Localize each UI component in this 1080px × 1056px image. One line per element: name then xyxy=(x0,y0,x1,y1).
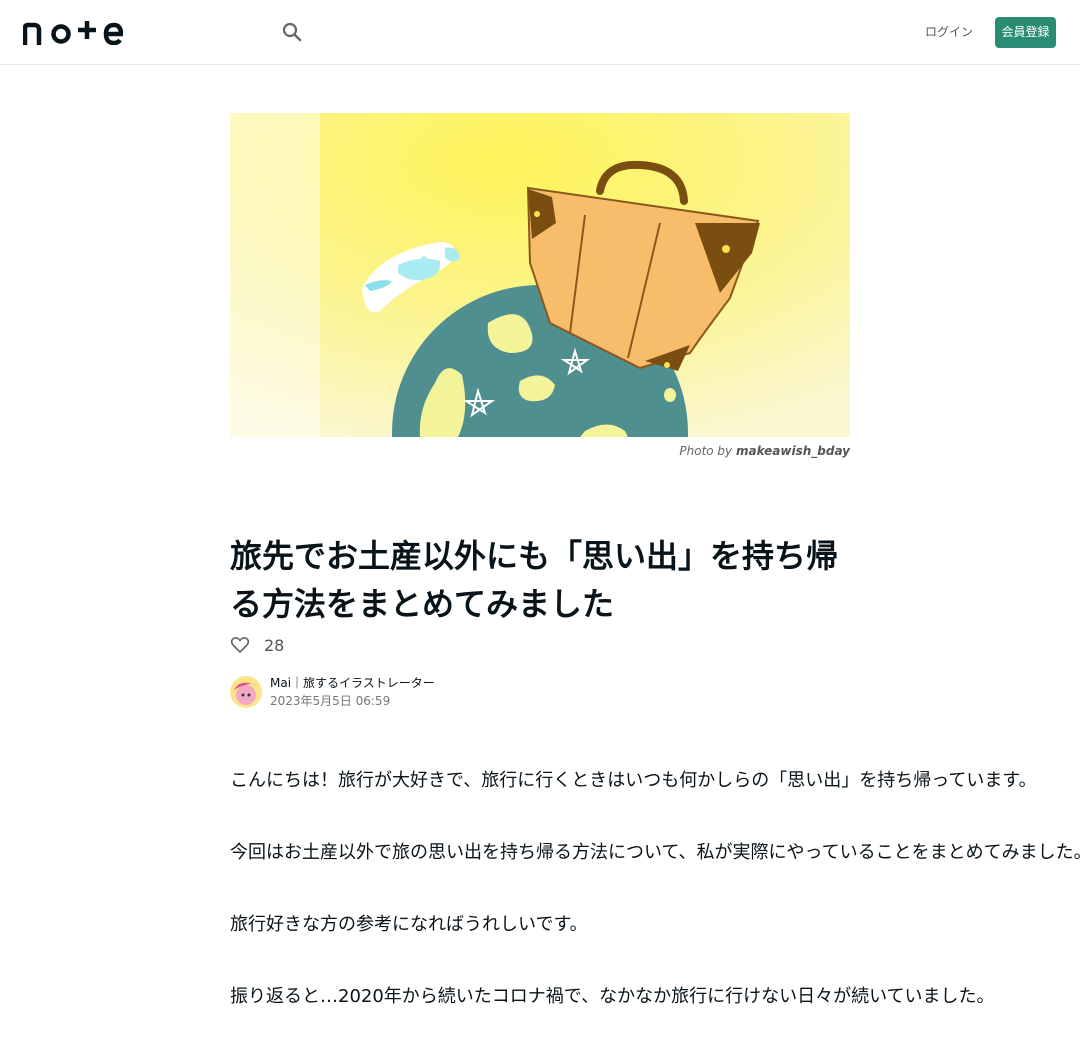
paragraph: 旅行好きな方の参考になればうれしいです。 xyxy=(230,914,588,935)
site-header: ログイン 会員登録 xyxy=(0,0,1080,65)
heart-icon xyxy=(230,637,250,653)
signup-button[interactable]: 会員登録 xyxy=(995,17,1056,48)
credit-name[interactable]: makeawish_bday xyxy=(736,444,850,458)
like-button[interactable]: 28 xyxy=(230,634,284,656)
like-count: 28 xyxy=(264,635,285,655)
author-name[interactable]: Mai｜旅するイラストレーター xyxy=(270,674,435,692)
login-link[interactable]: ログイン xyxy=(922,22,976,42)
avatar[interactable] xyxy=(230,676,262,708)
article-title: 旅先でお土産以外にも「思い出」を持ち帰る方法をまとめてみました xyxy=(230,537,839,623)
paragraph: こんにちは！旅行が大好きで、旅行に行くときはいつも何かしらの「思い出」を持ち帰っ… xyxy=(230,770,1037,791)
publish-date: 2023年5月5日 06:59 xyxy=(270,694,391,708)
search-button[interactable] xyxy=(278,18,306,46)
search-icon xyxy=(282,22,302,42)
hero-image xyxy=(230,113,850,437)
author-info[interactable]: Mai｜旅するイラストレーター 2023年5月5日 06:59 xyxy=(230,674,435,710)
paragraph: 振り返ると…2020年から続いたコロナ禍で、なかなか旅行に行けない日々が続いてい… xyxy=(230,986,995,1007)
article-body: こんにちは！旅行が大好きで、旅行に行くときはいつも何かしらの「思い出」を持ち帰っ… xyxy=(230,768,1080,1056)
photo-credit: Photo by makeawish_bday xyxy=(530,444,850,458)
paragraph: 今回はお土産以外で旅の思い出を持ち帰る方法について、私が実際にやっていることをま… xyxy=(230,842,1080,863)
note-logo[interactable] xyxy=(23,19,123,45)
credit-prefix: Photo by xyxy=(679,444,733,458)
